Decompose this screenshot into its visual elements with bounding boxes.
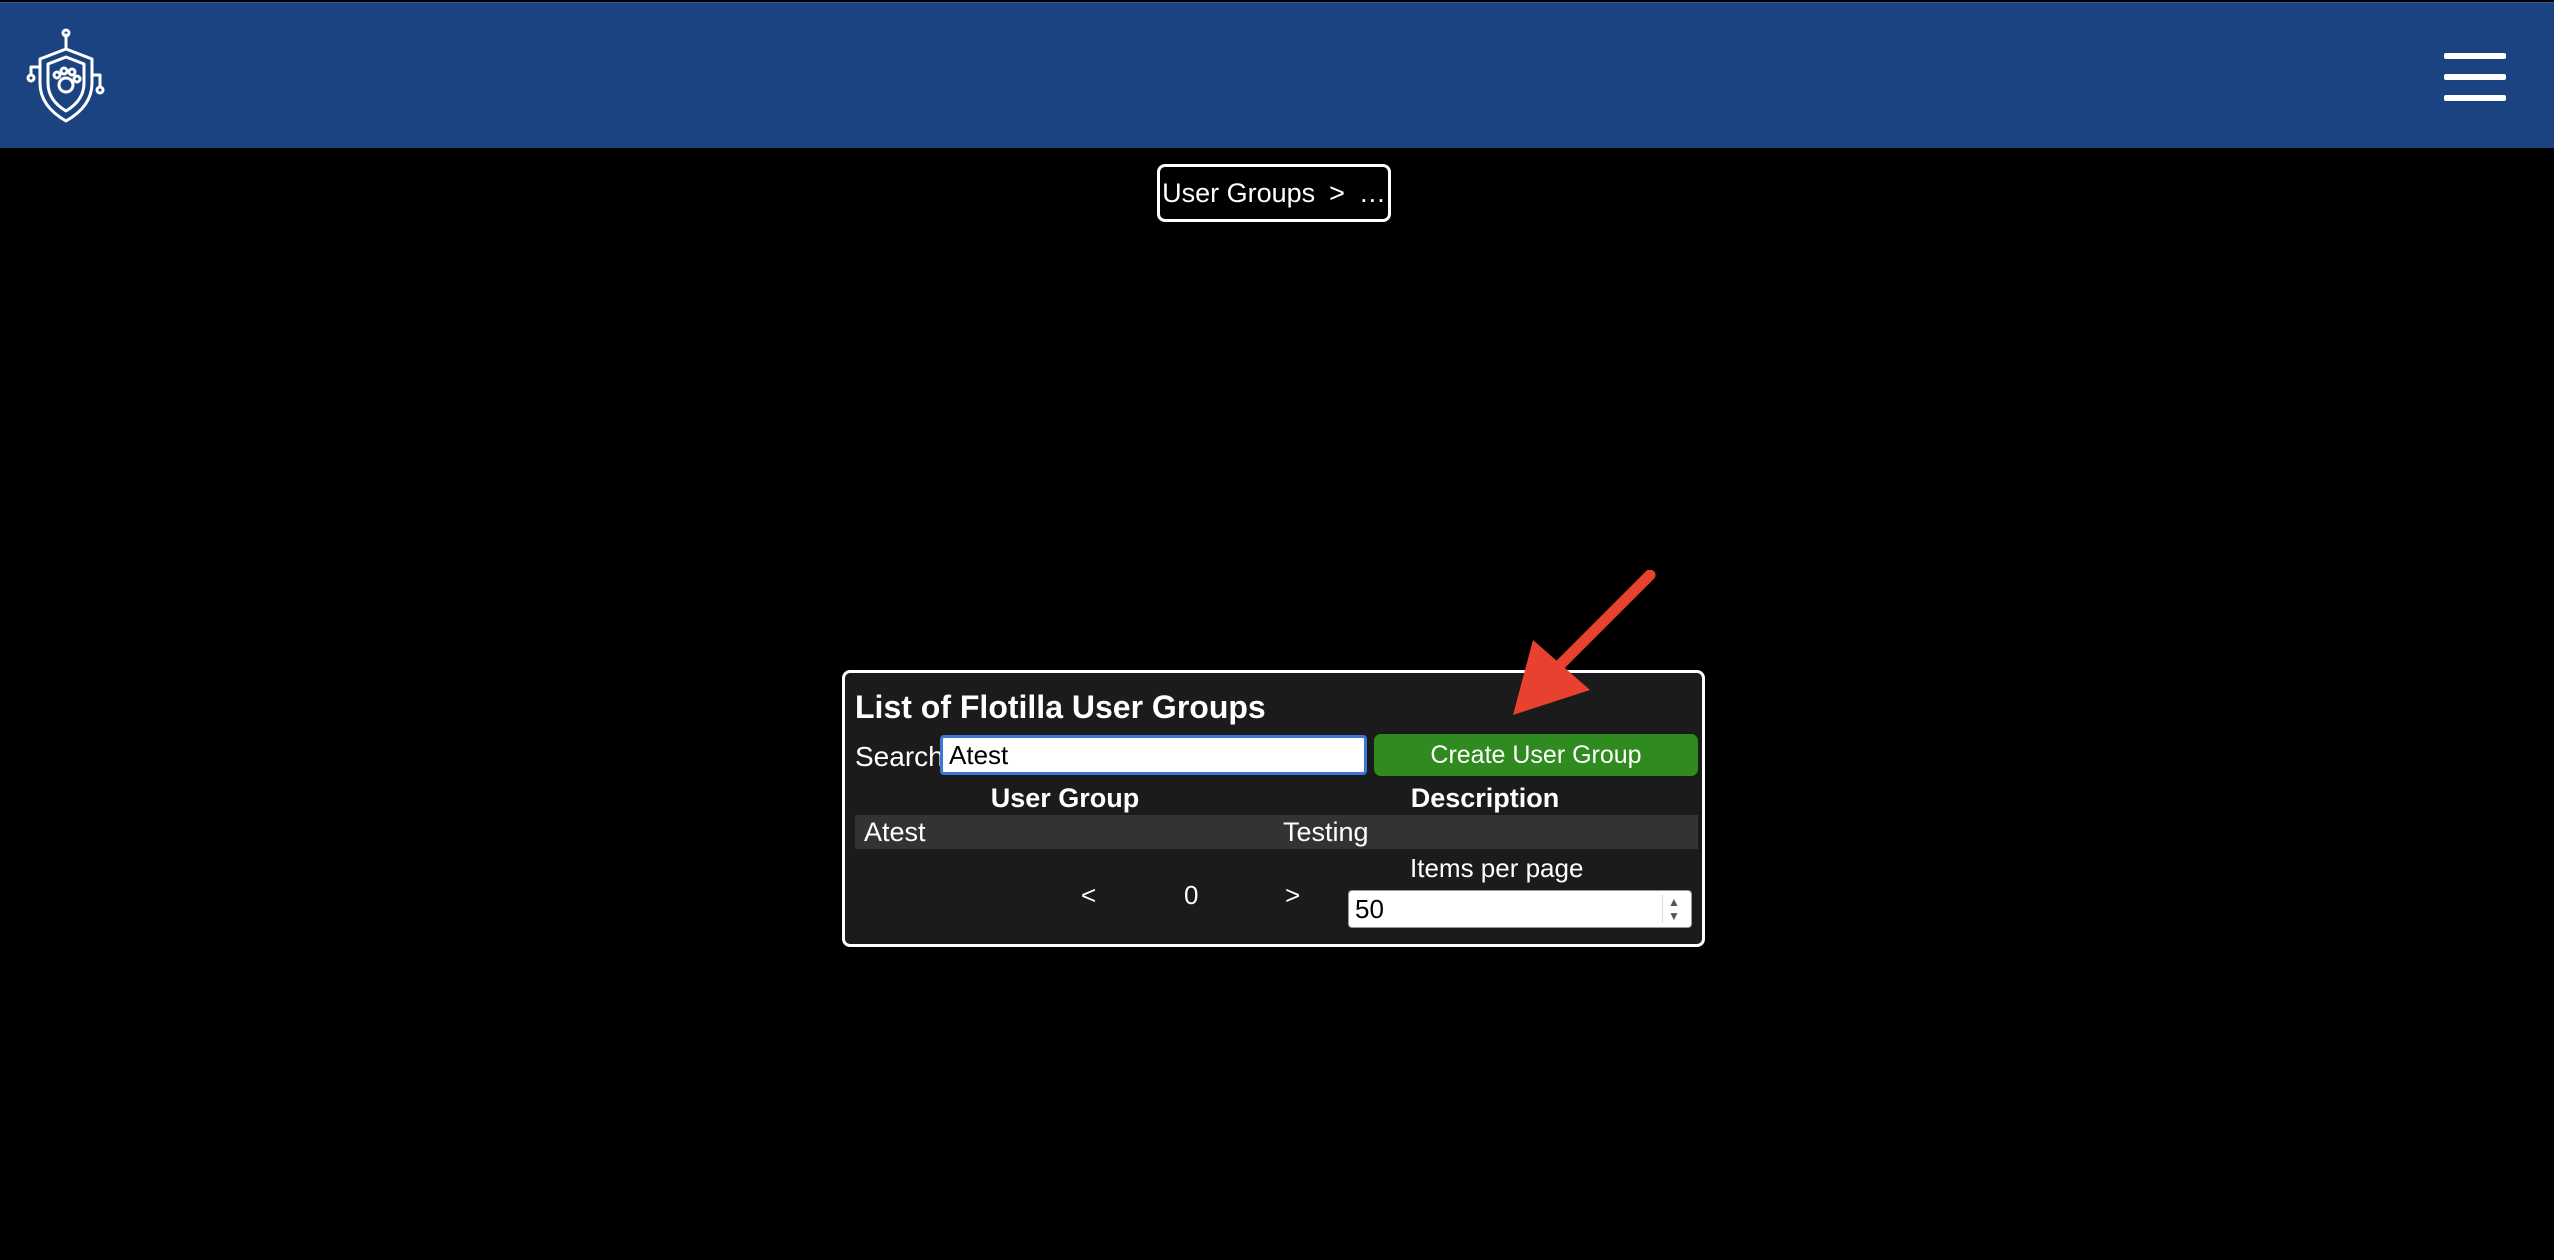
table-row[interactable]: Atest Testing — [855, 815, 1698, 849]
items-per-page-label: Items per page — [1410, 853, 1584, 883]
shield-logo-icon[interactable] — [26, 27, 106, 127]
top-header — [0, 2, 2554, 148]
column-header-description[interactable]: Description — [1275, 783, 1695, 814]
search-label: Search — [855, 741, 944, 772]
breadcrumb-ellipsis[interactable]: … — [1359, 178, 1386, 209]
hamburger-menu-icon[interactable] — [2444, 53, 2506, 103]
red-arrow-annotation-icon — [1513, 570, 1656, 715]
items-per-page-input[interactable]: 50 ▲ ▼ — [1348, 890, 1692, 928]
search-input[interactable] — [940, 735, 1367, 775]
breadcrumb-separator: > — [1329, 177, 1345, 208]
items-per-page-value: 50 — [1355, 894, 1384, 924]
column-header-user-group[interactable]: User Group — [855, 783, 1275, 814]
previous-page-button[interactable]: < — [1081, 879, 1096, 911]
description-cell: Testing — [1283, 817, 1369, 847]
panel-title: List of Flotilla User Groups — [855, 689, 1266, 725]
next-page-button[interactable]: > — [1285, 879, 1300, 911]
create-user-group-button[interactable]: Create User Group — [1374, 734, 1698, 776]
page-number: 0 — [1184, 880, 1199, 910]
breadcrumb: User Groups > … — [1157, 164, 1391, 222]
user-group-cell[interactable]: Atest — [864, 815, 926, 849]
stepper-arrows-icon[interactable]: ▲ ▼ — [1662, 895, 1685, 923]
breadcrumb-item-user-groups[interactable]: User Groups — [1162, 178, 1315, 209]
